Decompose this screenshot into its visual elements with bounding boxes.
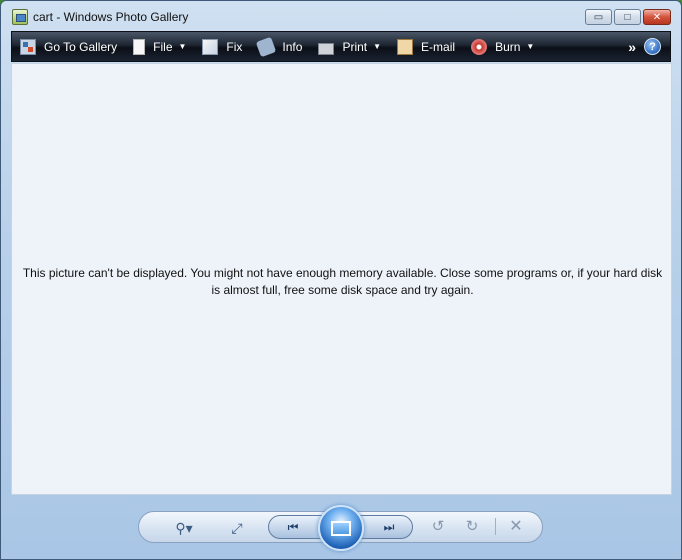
dropdown-arrow-icon: ▼ <box>178 42 187 51</box>
email-icon <box>397 38 414 55</box>
burn-menu-button[interactable]: Burn ▼ <box>463 32 542 61</box>
controls-divider <box>495 518 496 535</box>
maximize-icon: □ <box>624 11 631 23</box>
close-button[interactable]: ✕ <box>643 9 671 25</box>
rotate-counterclockwise-icon[interactable]: ↺ <box>429 517 447 535</box>
rotate-clockwise-icon[interactable]: ↻ <box>463 517 481 535</box>
email-label: E-mail <box>421 39 456 54</box>
go-to-gallery-button[interactable]: Go To Gallery <box>12 32 125 61</box>
info-button[interactable]: Info <box>250 32 310 61</box>
fix-button[interactable]: Fix <box>194 32 250 61</box>
dropdown-arrow-icon: ▼ <box>373 42 382 51</box>
dropdown-arrow-icon: ▼ <box>526 42 535 51</box>
zoom-icon[interactable]: ⚲▾ <box>169 520 199 536</box>
overflow-chevron-icon[interactable]: » <box>620 39 644 55</box>
minimize-button[interactable]: ▭ <box>585 9 612 25</box>
print-menu-button[interactable]: Print ▼ <box>310 32 389 61</box>
command-bar: Go To Gallery File ▼ Fix Info Print ▼ E-… <box>11 31 671 62</box>
gallery-icon <box>20 38 36 55</box>
minimize-icon: ▭ <box>593 11 604 23</box>
slideshow-icon <box>331 520 351 536</box>
photo-gallery-icon <box>12 9 28 25</box>
file-label: File <box>153 39 173 54</box>
fix-icon <box>202 38 219 55</box>
file-icon <box>133 38 146 55</box>
go-to-gallery-label: Go To Gallery <box>44 39 118 54</box>
maximize-button[interactable]: □ <box>614 9 641 25</box>
slideshow-button[interactable] <box>318 505 364 551</box>
info-icon <box>256 36 277 57</box>
photo-gallery-window: cart - Windows Photo Gallery ▭ □ ✕ Go To… <box>0 0 682 560</box>
window-controls: ▭ □ ✕ <box>585 9 671 25</box>
help-icon[interactable]: ? <box>644 38 661 55</box>
delete-icon[interactable]: ✕ <box>507 517 525 535</box>
close-icon: ✕ <box>652 11 662 23</box>
info-label: Info <box>282 39 303 54</box>
image-viewer-area: This picture can't be displayed. You mig… <box>11 63 672 495</box>
print-icon <box>318 42 335 55</box>
title-bar[interactable]: cart - Windows Photo Gallery ▭ □ ✕ <box>1 1 681 31</box>
file-menu-button[interactable]: File ▼ <box>125 32 194 61</box>
next-icon[interactable]: ⏭ <box>379 520 399 534</box>
window-title: cart - Windows Photo Gallery <box>33 10 189 24</box>
actual-size-icon[interactable]: ⤢ <box>227 519 247 537</box>
error-message: This picture can't be displayed. You mig… <box>22 266 663 297</box>
print-label: Print <box>342 39 368 54</box>
fix-label: Fix <box>226 39 243 54</box>
burn-label: Burn <box>495 39 521 54</box>
burn-icon <box>471 38 488 55</box>
email-button[interactable]: E-mail <box>389 32 463 61</box>
previous-icon[interactable]: ⏮ <box>283 520 303 534</box>
